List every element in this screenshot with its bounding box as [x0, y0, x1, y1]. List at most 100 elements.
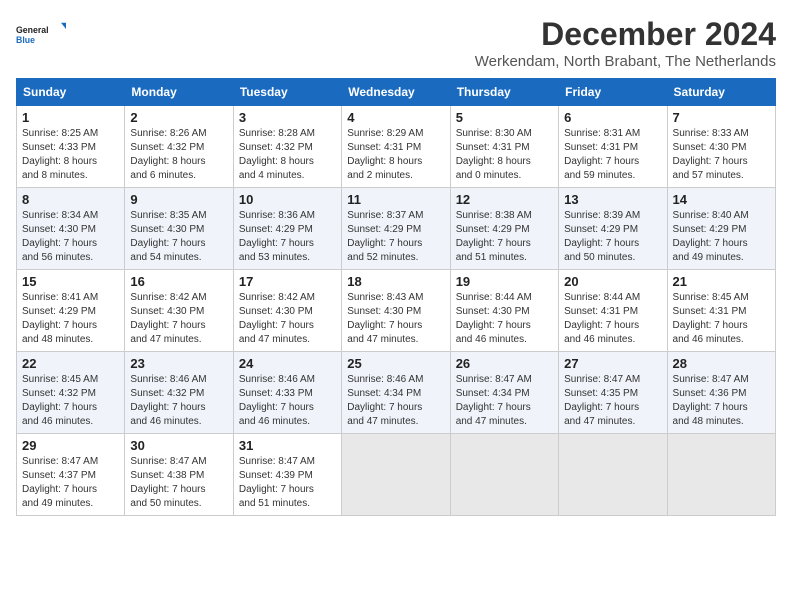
day-number: 12 [456, 192, 553, 207]
day-number: 15 [22, 274, 119, 289]
calendar-cell: 9 Sunrise: 8:35 AM Sunset: 4:30 PM Daylig… [125, 188, 233, 270]
day-info: Sunrise: 8:25 AM Sunset: 4:33 PM Dayligh… [22, 127, 119, 183]
day-info: Sunrise: 8:46 AM Sunset: 4:32 PM Dayligh… [130, 373, 227, 429]
day-info: Sunrise: 8:44 AM Sunset: 4:30 PM Dayligh… [456, 291, 553, 347]
weekday-header: Friday [559, 79, 667, 106]
calendar-cell: 18Sunrise: 8:43 AM Sunset: 4:30 PM Dayli… [342, 270, 450, 352]
day-info: Sunrise: 8:41 AM Sunset: 4:29 PM Dayligh… [22, 291, 119, 347]
day-info: Sunrise: 8:47 AM Sunset: 4:34 PM Dayligh… [456, 373, 553, 429]
calendar-cell: 4 Sunrise: 8:29 AM Sunset: 4:31 PM Daylig… [342, 106, 450, 188]
day-number: 13 [564, 192, 661, 207]
calendar-cell [450, 434, 558, 516]
day-info: Sunrise: 8:45 AM Sunset: 4:31 PM Dayligh… [673, 291, 770, 347]
day-info: Sunrise: 8:30 AM Sunset: 4:31 PM Dayligh… [456, 127, 553, 183]
calendar-cell: 17 Sunrise: 8:42 AM Sunset: 4:30 PM Dayli… [233, 270, 341, 352]
day-info: Sunrise: 8:35 AM Sunset: 4:30 PM Dayligh… [130, 209, 227, 265]
calendar-week-row: 8 Sunrise: 8:34 AM Sunset: 4:30 PM Daylig… [17, 188, 776, 270]
calendar-cell: 28 Sunrise: 8:47 AM Sunset: 4:36 PM Dayli… [667, 352, 775, 434]
day-info: Sunrise: 8:28 AM Sunset: 4:32 PM Dayligh… [239, 127, 336, 183]
day-number: 18 [347, 274, 444, 289]
day-number: 31 [239, 438, 336, 453]
weekday-header: Wednesday [342, 79, 450, 106]
calendar-cell: 10 Sunrise: 8:36 AM Sunset: 4:29 PM Dayli… [233, 188, 341, 270]
day-number: 5 [456, 110, 553, 125]
day-number: 19 [456, 274, 553, 289]
day-info: Sunrise: 8:47 AM Sunset: 4:36 PM Dayligh… [673, 373, 770, 429]
day-number: 16 [130, 274, 227, 289]
calendar-cell: 27 Sunrise: 8:47 AM Sunset: 4:35 PM Dayli… [559, 352, 667, 434]
day-number: 23 [130, 356, 227, 371]
calendar-cell: 6 Sunrise: 8:31 AM Sunset: 4:31 PM Daylig… [559, 106, 667, 188]
day-number: 9 [130, 192, 227, 207]
day-info: Sunrise: 8:31 AM Sunset: 4:31 PM Dayligh… [564, 127, 661, 183]
calendar-cell: 2Sunrise: 8:26 AM Sunset: 4:32 PM Daylig… [125, 106, 233, 188]
logo: General Blue [16, 16, 66, 52]
calendar-week-row: 29 Sunrise: 8:47 AM Sunset: 4:37 PM Dayli… [17, 434, 776, 516]
day-number: 20 [564, 274, 661, 289]
calendar-cell: 1 Sunrise: 8:25 AM Sunset: 4:33 PM Daylig… [17, 106, 125, 188]
logo-svg: General Blue [16, 16, 66, 52]
day-number: 25 [347, 356, 444, 371]
day-number: 22 [22, 356, 119, 371]
day-number: 1 [22, 110, 119, 125]
calendar-cell: 8 Sunrise: 8:34 AM Sunset: 4:30 PM Daylig… [17, 188, 125, 270]
day-info: Sunrise: 8:47 AM Sunset: 4:38 PM Dayligh… [130, 455, 227, 511]
page-header: General Blue December 2024 Werkendam, No… [16, 16, 776, 70]
weekday-header: Sunday [17, 79, 125, 106]
calendar-cell: 29 Sunrise: 8:47 AM Sunset: 4:37 PM Dayli… [17, 434, 125, 516]
day-number: 29 [22, 438, 119, 453]
calendar-week-row: 22 Sunrise: 8:45 AM Sunset: 4:32 PM Dayli… [17, 352, 776, 434]
calendar-cell: 24 Sunrise: 8:46 AM Sunset: 4:33 PM Dayli… [233, 352, 341, 434]
calendar-cell: 19 Sunrise: 8:44 AM Sunset: 4:30 PM Dayli… [450, 270, 558, 352]
calendar-cell: 12 Sunrise: 8:38 AM Sunset: 4:29 PM Dayli… [450, 188, 558, 270]
day-info: Sunrise: 8:34 AM Sunset: 4:30 PM Dayligh… [22, 209, 119, 265]
day-number: 11 [347, 192, 444, 207]
day-number: 6 [564, 110, 661, 125]
calendar-cell: 22 Sunrise: 8:45 AM Sunset: 4:32 PM Dayli… [17, 352, 125, 434]
day-info: Sunrise: 8:42 AM Sunset: 4:30 PM Dayligh… [239, 291, 336, 347]
svg-text:General: General [16, 25, 49, 35]
calendar-cell: 20 Sunrise: 8:44 AM Sunset: 4:31 PM Dayli… [559, 270, 667, 352]
day-number: 3 [239, 110, 336, 125]
day-info: Sunrise: 8:42 AM Sunset: 4:30 PM Dayligh… [130, 291, 227, 347]
day-number: 7 [673, 110, 770, 125]
calendar-cell: 23 Sunrise: 8:46 AM Sunset: 4:32 PM Dayli… [125, 352, 233, 434]
calendar-cell: 7Sunrise: 8:33 AM Sunset: 4:30 PM Daylig… [667, 106, 775, 188]
weekday-header: Monday [125, 79, 233, 106]
day-info: Sunrise: 8:45 AM Sunset: 4:32 PM Dayligh… [22, 373, 119, 429]
calendar-week-row: 15 Sunrise: 8:41 AM Sunset: 4:29 PM Dayli… [17, 270, 776, 352]
calendar-cell: 11Sunrise: 8:37 AM Sunset: 4:29 PM Dayli… [342, 188, 450, 270]
day-number: 8 [22, 192, 119, 207]
day-info: Sunrise: 8:36 AM Sunset: 4:29 PM Dayligh… [239, 209, 336, 265]
day-info: Sunrise: 8:38 AM Sunset: 4:29 PM Dayligh… [456, 209, 553, 265]
day-number: 28 [673, 356, 770, 371]
day-number: 24 [239, 356, 336, 371]
day-number: 10 [239, 192, 336, 207]
weekday-header: Saturday [667, 79, 775, 106]
day-info: Sunrise: 8:44 AM Sunset: 4:31 PM Dayligh… [564, 291, 661, 347]
day-number: 17 [239, 274, 336, 289]
day-info: Sunrise: 8:29 AM Sunset: 4:31 PM Dayligh… [347, 127, 444, 183]
day-info: Sunrise: 8:40 AM Sunset: 4:29 PM Dayligh… [673, 209, 770, 265]
calendar-cell: 15 Sunrise: 8:41 AM Sunset: 4:29 PM Dayli… [17, 270, 125, 352]
day-number: 27 [564, 356, 661, 371]
calendar-cell: 21Sunrise: 8:45 AM Sunset: 4:31 PM Dayli… [667, 270, 775, 352]
calendar-table: SundayMondayTuesdayWednesdayThursdayFrid… [16, 78, 776, 516]
day-info: Sunrise: 8:47 AM Sunset: 4:39 PM Dayligh… [239, 455, 336, 511]
day-info: Sunrise: 8:39 AM Sunset: 4:29 PM Dayligh… [564, 209, 661, 265]
title-block: December 2024 Werkendam, North Brabant, … [475, 16, 776, 70]
calendar-cell [559, 434, 667, 516]
calendar-cell: 30 Sunrise: 8:47 AM Sunset: 4:38 PM Dayli… [125, 434, 233, 516]
calendar-header-row: SundayMondayTuesdayWednesdayThursdayFrid… [17, 79, 776, 106]
day-info: Sunrise: 8:47 AM Sunset: 4:37 PM Dayligh… [22, 455, 119, 511]
day-number: 14 [673, 192, 770, 207]
calendar-cell: 26Sunrise: 8:47 AM Sunset: 4:34 PM Dayli… [450, 352, 558, 434]
day-info: Sunrise: 8:47 AM Sunset: 4:35 PM Dayligh… [564, 373, 661, 429]
day-number: 4 [347, 110, 444, 125]
calendar-cell: 3 Sunrise: 8:28 AM Sunset: 4:32 PM Daylig… [233, 106, 341, 188]
day-info: Sunrise: 8:46 AM Sunset: 4:33 PM Dayligh… [239, 373, 336, 429]
weekday-header: Tuesday [233, 79, 341, 106]
day-number: 30 [130, 438, 227, 453]
calendar-cell [667, 434, 775, 516]
weekday-header: Thursday [450, 79, 558, 106]
